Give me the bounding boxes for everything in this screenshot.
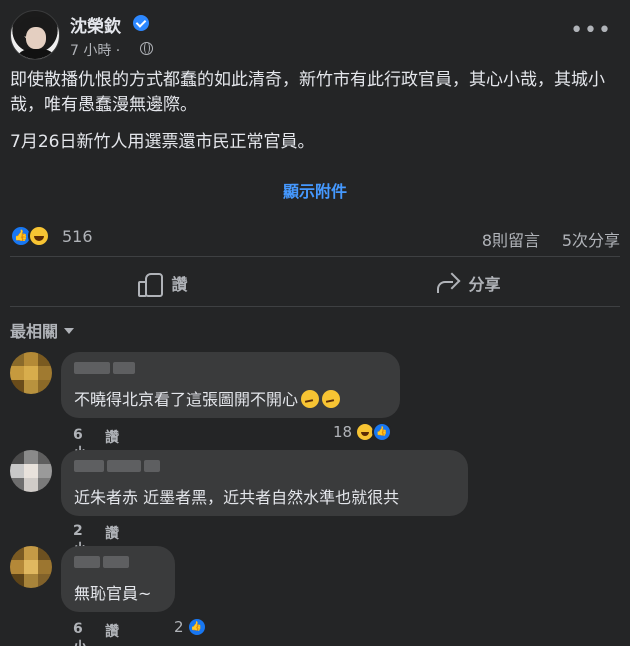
comment-reactions[interactable]: 2	[174, 617, 207, 637]
comment-author-blurred[interactable]	[74, 556, 162, 572]
comment-bubble: 近朱者赤 近墨者黑，近共者自然水準也就很共	[61, 450, 468, 516]
verified-badge-icon	[133, 15, 149, 31]
post-paragraph: 即使散播仇恨的方式都蠢的如此清奇，新竹市有此行政官員，其心小哉，其城小哉，唯有愚…	[10, 70, 605, 115]
comment-reaction-count: 18	[333, 423, 353, 441]
divider	[10, 306, 620, 307]
share-button[interactable]: 分享	[315, 262, 620, 304]
avatar[interactable]	[10, 450, 52, 492]
comment-text: 無恥官員~	[74, 584, 152, 603]
author-name[interactable]: 沈榮欽	[70, 12, 121, 37]
like-button-label: 讚	[171, 275, 188, 294]
comment-meta: 6小時 讚	[73, 621, 119, 646]
sort-label: 最相關	[10, 322, 59, 341]
comment-author-blurred[interactable]	[74, 362, 387, 378]
chevron-down-icon	[64, 328, 75, 334]
like-button[interactable]: 讚	[10, 262, 315, 304]
show-attachment-link[interactable]: 顯示附件	[0, 178, 630, 202]
divider	[10, 256, 620, 257]
avatar[interactable]	[10, 546, 52, 588]
comments-count[interactable]: 8則留言	[482, 227, 540, 251]
comment-bubble: 不曉得北京看了這張圖開不開心	[61, 352, 400, 418]
avatar[interactable]	[10, 352, 52, 394]
share-arrow-icon	[434, 271, 458, 295]
comment-bubble: 無恥官員~	[61, 546, 175, 612]
comment-text: 近朱者赤 近墨者黑，近共者自然水準也就很共	[74, 488, 400, 507]
like-icon	[372, 422, 393, 442]
action-bar: 讚 分享	[10, 262, 620, 304]
comment-reaction-count: 2	[174, 618, 184, 636]
comment-text: 不曉得北京看了這張圖開不開心	[74, 386, 387, 410]
haha-icon[interactable]	[28, 225, 50, 247]
more-options-icon[interactable]: •••	[570, 20, 612, 42]
thumb-up-icon	[137, 271, 164, 297]
comment-author-blurred[interactable]	[74, 460, 455, 476]
post-body: 即使散播仇恨的方式都蠢的如此清奇，新竹市有此行政官員，其心小哉，其城小哉，唯有愚…	[10, 68, 620, 163]
comment-time[interactable]: 6小時	[73, 621, 87, 646]
reactions-summary: 516 8則留言 5次分享	[10, 222, 620, 252]
post-paragraph: 7月26日新竹人用選票還市民正常官員。	[10, 132, 315, 152]
comment-like-button[interactable]: 讚	[105, 621, 119, 646]
globe-icon[interactable]	[140, 42, 153, 55]
like-icon	[186, 617, 207, 637]
comment-sort-dropdown[interactable]: 最相關	[10, 318, 75, 342]
reaction-count[interactable]: 516	[62, 227, 93, 246]
share-button-label: 分享	[468, 275, 501, 294]
thinking-face-icon	[301, 390, 320, 408]
comment-reactions[interactable]: 18	[333, 422, 393, 442]
post-header: 沈榮欽 7 小時 · •••	[10, 10, 620, 62]
thinking-face-icon	[322, 390, 341, 408]
author-avatar[interactable]	[10, 10, 60, 60]
shares-count[interactable]: 5次分享	[562, 227, 620, 251]
post-timestamp[interactable]: 7 小時 ·	[70, 40, 120, 60]
